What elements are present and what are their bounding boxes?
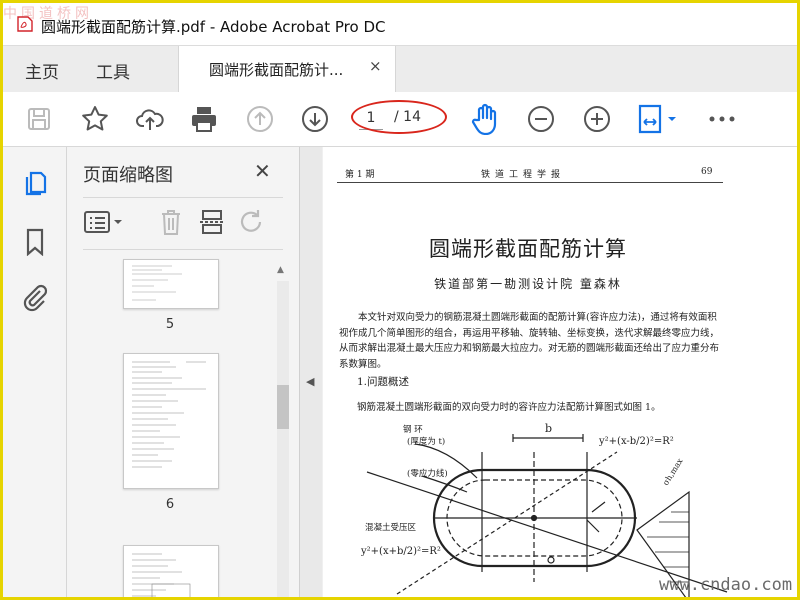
- diagram-label-eq-left: y²+(x+b/2)²=R²: [360, 546, 441, 557]
- diagram-label-thickness: (厚度为 t): [407, 436, 445, 447]
- diagram-label-compression: 混凝土受压区: [365, 522, 417, 533]
- diagram-label-eq-right: y²+(x-b/2)²=R²: [598, 436, 674, 447]
- thumbnail-scrollbar[interactable]: ▲: [273, 263, 291, 597]
- save-icon[interactable]: [23, 103, 55, 135]
- tab-bar: 主页 工具 圆端形截面配筋计... ×: [3, 45, 797, 93]
- window-title: 圆端形截面配筋计算.pdf - Adobe Acrobat Pro DC: [41, 18, 386, 36]
- article-abstract: 本文针对双向受力的钢筋混凝土圆端形截面的配筋计算(容许应力法)，通过将有效面积视…: [339, 312, 720, 370]
- zoom-in-icon[interactable]: [581, 103, 613, 135]
- scroll-track: [277, 281, 289, 597]
- cloud-upload-icon[interactable]: [134, 103, 166, 135]
- body-paragraph: 钢筋混凝土圆端形截面的双向受力时的容许应力法配筋计算图式如图 1。: [357, 402, 661, 413]
- tab-tools[interactable]: 工具: [96, 58, 130, 83]
- article-author: 铁道部第一勘测设计院 童森林: [434, 277, 622, 291]
- journal-issue: 第 1 期: [345, 170, 375, 180]
- scroll-up-icon[interactable]: ▲: [277, 265, 284, 275]
- section-heading: 1.问题概述: [357, 376, 410, 388]
- tab-document-label: 圆端形截面配筋计...: [209, 61, 344, 79]
- extract-pages-icon[interactable]: [197, 207, 227, 237]
- cross-section-diagram: 钢 环 (厚度为 t) (零应力线) 混凝土受压区 y²+(x-b/2)²=R²…: [360, 422, 728, 597]
- pdf-file-icon: [17, 16, 33, 32]
- attachments-icon[interactable]: [21, 284, 49, 312]
- zoom-out-icon[interactable]: [525, 103, 557, 135]
- red-annotation-ellipse: [351, 100, 447, 134]
- collapse-arrow-icon[interactable]: ◀: [306, 375, 314, 388]
- diagram-label-sigma: σh,max: [661, 456, 685, 487]
- document-page: 第 1 期 铁道工程学报 69 圆端形截面配筋计算 铁道部第一勘测设计院 童森林…: [323, 147, 797, 597]
- print-icon[interactable]: [188, 103, 220, 135]
- thumbnail-page-number: 6: [165, 497, 175, 512]
- page-up-icon[interactable]: [244, 103, 276, 135]
- more-icon[interactable]: [706, 103, 738, 135]
- diagram-label-b: b: [545, 422, 552, 435]
- thumbnail-list: 5 6: [67, 253, 289, 597]
- site-watermark: www.cndao.com: [659, 575, 793, 595]
- header-rule: [337, 182, 723, 183]
- page-thumbnails-icon[interactable]: [21, 169, 49, 197]
- article-title: 圆端形截面配筋计算: [429, 237, 627, 261]
- page-thumbnail-5[interactable]: [123, 259, 219, 309]
- diagram-label-rebar: 钢 环: [403, 424, 423, 435]
- page-thumbnails-panel: 页面缩略图 ✕ 5 6: [67, 147, 300, 597]
- tab-home[interactable]: 主页: [25, 58, 59, 83]
- page-thumbnail-7[interactable]: [123, 545, 219, 597]
- left-navigation-rail: [3, 147, 67, 597]
- fit-page-icon[interactable]: [635, 103, 681, 135]
- thumbnail-page-number: 5: [165, 317, 175, 332]
- scroll-thumb[interactable]: [277, 385, 289, 429]
- rotate-page-icon[interactable]: [237, 207, 267, 237]
- page-number: 69: [701, 167, 713, 177]
- journal-name: 铁道工程学报: [481, 170, 566, 180]
- main-toolbar: / 14: [3, 92, 797, 147]
- close-panel-icon[interactable]: ✕: [254, 159, 271, 183]
- collapse-panel-handle[interactable]: ◀: [300, 147, 322, 597]
- close-tab-icon[interactable]: ×: [369, 57, 382, 75]
- delete-page-icon[interactable]: [156, 207, 186, 237]
- thumbnail-options-icon[interactable]: [83, 207, 129, 237]
- bookmarks-icon[interactable]: [21, 228, 49, 256]
- divider: [83, 197, 283, 198]
- bookmark-star-icon[interactable]: [79, 103, 111, 135]
- tab-document[interactable]: 圆端形截面配筋计... ×: [178, 46, 396, 93]
- page-down-icon[interactable]: [299, 103, 331, 135]
- panel-title: 页面缩略图: [83, 165, 173, 186]
- hand-tool-icon[interactable]: [470, 103, 502, 135]
- title-bar: 中国道桥网 圆端形截面配筋计算.pdf - Adobe Acrobat Pro …: [3, 3, 797, 45]
- diagram-label-zero-line: (零应力线): [407, 468, 448, 479]
- page-thumbnail-6[interactable]: [123, 353, 219, 489]
- acrobat-window: 中国道桥网 圆端形截面配筋计算.pdf - Adobe Acrobat Pro …: [0, 0, 800, 600]
- divider: [83, 249, 283, 250]
